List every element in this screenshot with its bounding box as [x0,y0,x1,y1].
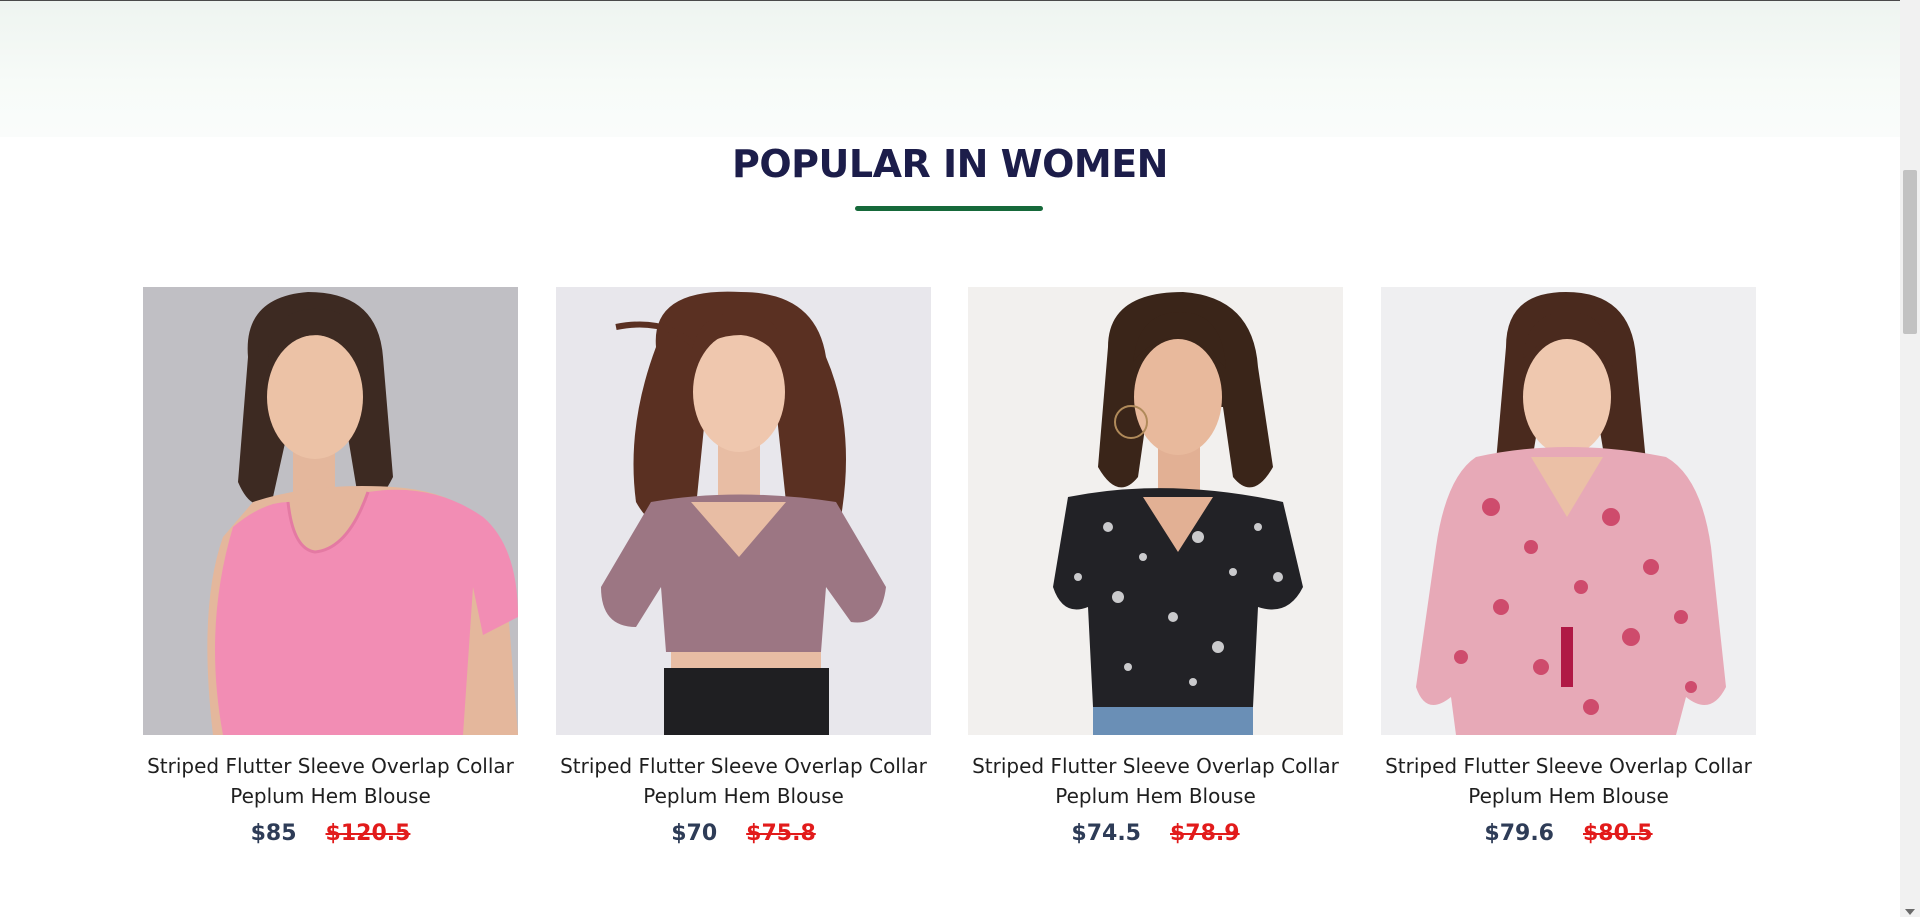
product-old-price: $120.5 [325,821,411,846]
product-price: $70 [671,821,718,846]
product-card[interactable]: Striped Flutter Sleeve Overlap Collar Pe… [143,287,518,846]
product-image[interactable] [968,287,1343,735]
product-image[interactable] [556,287,931,735]
section-title: POPULAR IN WOMEN [732,142,1168,186]
product-name[interactable]: Striped Flutter Sleeve Overlap Collar Pe… [968,751,1343,811]
product-card[interactable]: Striped Flutter Sleeve Overlap Collar Pe… [556,287,931,846]
price-row: $74.5 $78.9 [968,821,1343,846]
scroll-down-arrow-icon[interactable] [1905,909,1915,915]
price-row: $70 $75.8 [556,821,931,846]
scrollbar-thumb[interactable] [1903,170,1917,334]
product-old-price: $78.9 [1170,821,1240,846]
product-name[interactable]: Striped Flutter Sleeve Overlap Collar Pe… [1381,751,1756,811]
product-price: $85 [250,821,297,846]
product-image[interactable] [1381,287,1756,735]
product-card[interactable]: Striped Flutter Sleeve Overlap Collar Pe… [968,287,1343,846]
product-price: $74.5 [1071,821,1141,846]
price-row: $79.6 $80.5 [1381,821,1756,846]
product-image[interactable] [143,287,518,735]
product-card[interactable]: Striped Flutter Sleeve Overlap Collar Pe… [1381,287,1756,846]
product-name[interactable]: Striped Flutter Sleeve Overlap Collar Pe… [556,751,931,811]
product-price: $79.6 [1484,821,1554,846]
title-underline [855,206,1043,211]
price-row: $85 $120.5 [143,821,518,846]
product-name[interactable]: Striped Flutter Sleeve Overlap Collar Pe… [143,751,518,811]
vertical-scrollbar[interactable] [1900,0,1920,917]
product-old-price: $80.5 [1583,821,1653,846]
product-old-price: $75.8 [746,821,816,846]
hero-banner-bottom [0,1,1900,137]
